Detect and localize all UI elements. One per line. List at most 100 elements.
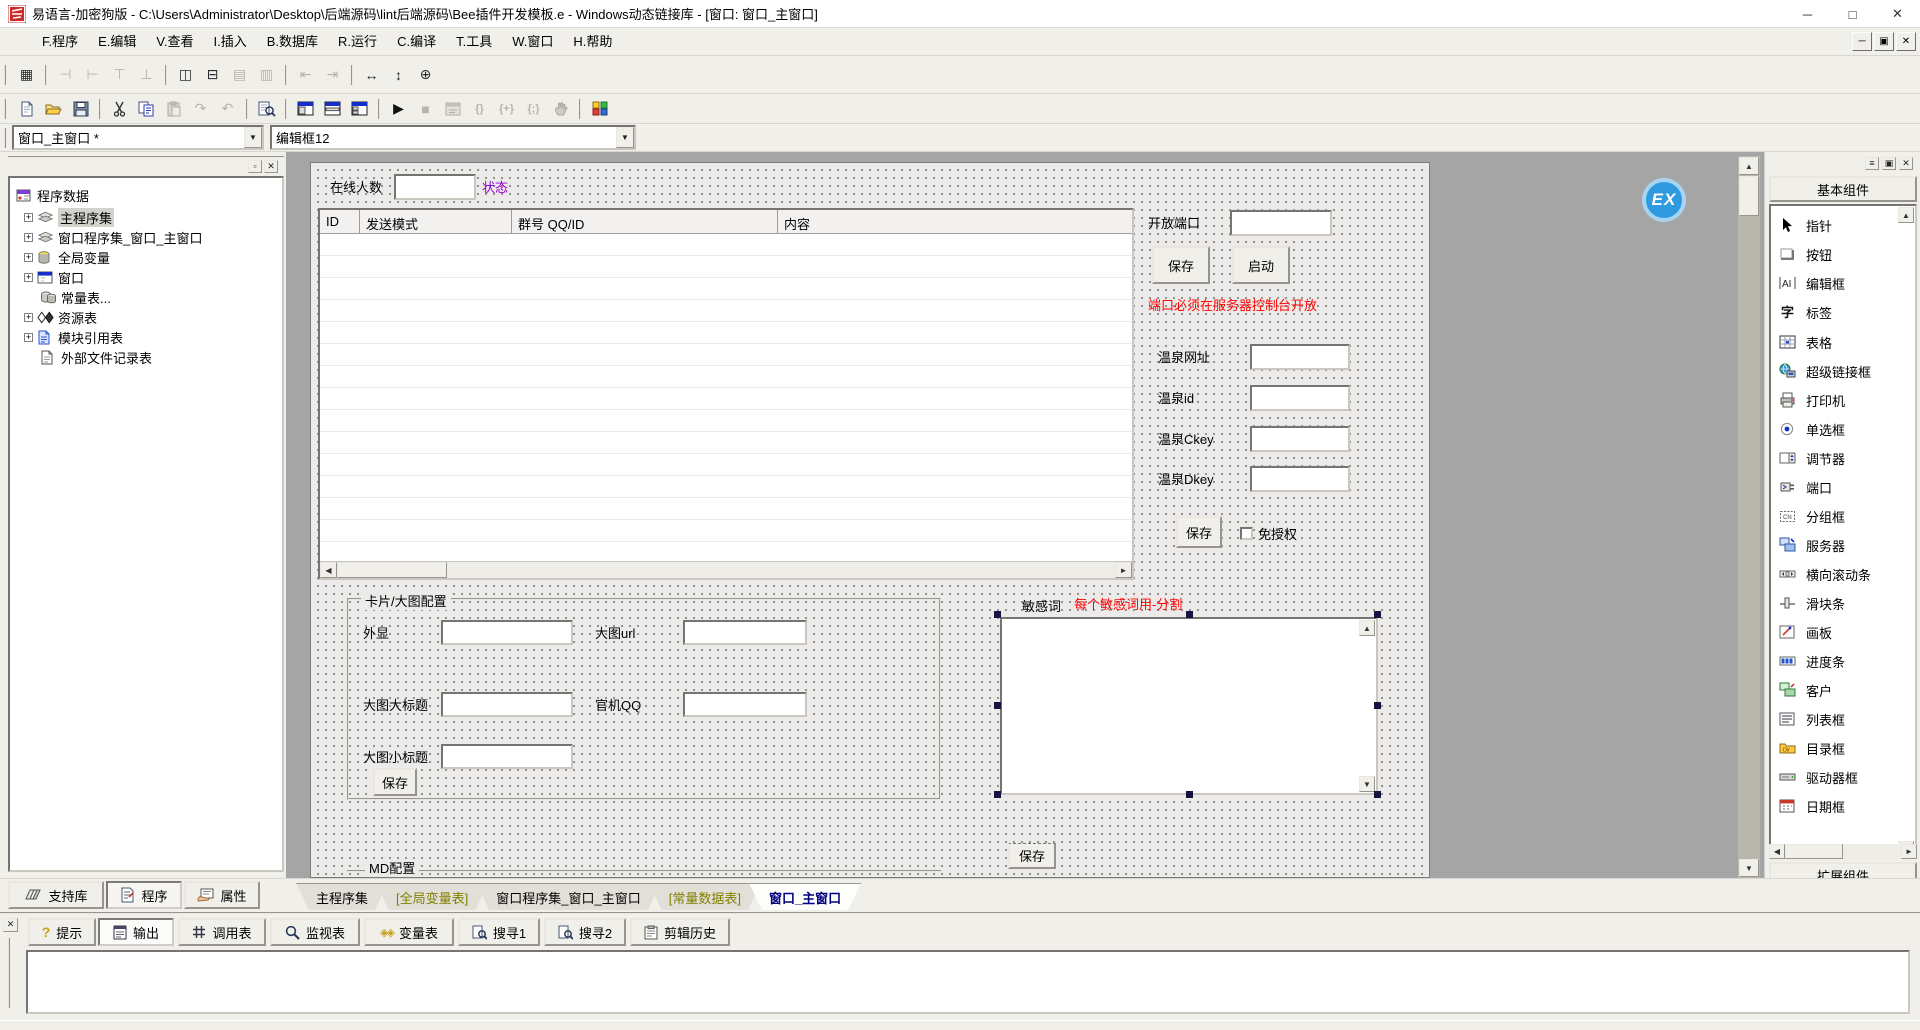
wq-id-input[interactable] <box>1250 385 1350 411</box>
output-tab-calls[interactable]: 调用表 <box>178 918 266 946</box>
selection-handle[interactable] <box>1374 791 1381 798</box>
doc-tab-main-window[interactable]: 窗口_主窗口 <box>749 883 861 910</box>
tree-item-window[interactable]: + 窗口 <box>24 268 84 286</box>
expander-icon[interactable]: + <box>24 333 33 342</box>
cut-button[interactable] <box>106 97 133 121</box>
palette-item-spinner[interactable]: 调节器 <box>1779 447 1845 469</box>
wq-url-input[interactable] <box>1250 344 1350 370</box>
chevron-down-icon[interactable]: ▼ <box>616 127 634 148</box>
scroll-down-icon[interactable]: ▼ <box>1739 859 1759 877</box>
tree-item-resources[interactable]: + 资源表 <box>24 308 97 326</box>
port-save-button[interactable]: 保存 <box>1152 246 1210 284</box>
selection-handle[interactable] <box>994 611 1001 618</box>
panel-restore-icon[interactable]: ▣ <box>1882 157 1896 170</box>
doc-tab-main-assembly[interactable]: 主程序集 <box>296 883 388 910</box>
toolbar-grip[interactable] <box>4 128 8 148</box>
scroll-left-icon[interactable]: ◀ <box>320 562 337 578</box>
palette-item-label[interactable]: 字标签 <box>1779 301 1832 323</box>
step-over-button[interactable]: {+} <box>493 97 520 121</box>
hostqq-input[interactable] <box>683 692 807 717</box>
sensitive-save-button[interactable]: 保存 <box>1008 843 1056 869</box>
mdi-minimize-button[interactable]: ─ <box>1852 32 1872 51</box>
pause-hand-button[interactable] <box>547 97 574 121</box>
chevron-down-icon[interactable]: ▼ <box>244 127 262 148</box>
insert-module-button[interactable] <box>586 97 613 121</box>
waixian-input[interactable] <box>441 620 573 645</box>
output-tab-search2[interactable]: 搜寻2 <box>544 918 626 946</box>
member-combobox[interactable]: ▼ <box>270 125 636 150</box>
object-combobox[interactable]: ▼ <box>12 125 264 150</box>
tree-item-main-assembly[interactable]: + 主程序集 <box>24 208 114 226</box>
wq-ckey-input[interactable] <box>1250 426 1350 452</box>
panel-close-icon[interactable]: ✕ <box>1899 157 1913 170</box>
column-header-id[interactable]: ID <box>320 210 360 233</box>
view-code-button[interactable] <box>319 97 346 121</box>
space-across-button[interactable]: ▤ <box>226 63 253 87</box>
scroll-up-icon[interactable]: ▲ <box>1739 157 1759 175</box>
column-header-content[interactable]: 内容 <box>778 210 1132 233</box>
output-tab-output[interactable]: 输出 <box>98 918 174 946</box>
close-icon[interactable]: ✕ <box>264 160 278 173</box>
wq-dkey-input[interactable] <box>1250 466 1350 492</box>
menu-edit[interactable]: E.编辑 <box>88 31 146 53</box>
align-top-button[interactable]: ⊤ <box>106 63 133 87</box>
object-combo-input[interactable] <box>14 127 244 148</box>
scroll-thumb[interactable] <box>1785 844 1843 859</box>
menu-program[interactable]: F.程序 <box>32 31 88 53</box>
paste-button[interactable] <box>160 97 187 121</box>
open-port-input[interactable] <box>1230 210 1332 236</box>
palette-item-port[interactable]: 端口 <box>1779 476 1832 498</box>
checkbox-icon[interactable] <box>1240 527 1253 540</box>
selection-handle[interactable] <box>1186 611 1193 618</box>
close-output-icon[interactable]: ✕ <box>3 918 18 932</box>
menu-insert[interactable]: I.插入 <box>204 31 257 53</box>
scroll-right-icon[interactable]: ► <box>1901 844 1917 859</box>
output-textarea[interactable] <box>26 950 1910 1014</box>
member-combo-input[interactable] <box>272 127 616 148</box>
expander-icon[interactable]: + <box>24 233 33 242</box>
basic-components-button[interactable]: 基本组件 <box>1769 176 1917 202</box>
palette-item-editbox[interactable]: AI编辑框 <box>1779 272 1845 294</box>
scroll-left-icon[interactable]: ◀ <box>1769 844 1785 859</box>
tab-properties[interactable]: 属性 <box>184 881 260 909</box>
tab-program[interactable]: 程序 <box>106 881 182 909</box>
scroll-down-icon[interactable]: ▼ <box>1359 776 1375 792</box>
expander-icon[interactable]: + <box>24 273 33 282</box>
width-to-grid-button[interactable]: ⇤ <box>292 63 319 87</box>
same-width-button[interactable]: ↔ <box>358 63 385 87</box>
space-down-button[interactable]: ▥ <box>253 63 280 87</box>
copy-button[interactable] <box>133 97 160 121</box>
expander-icon[interactable]: + <box>24 253 33 262</box>
center-horizontal-button[interactable]: ◫ <box>172 63 199 87</box>
palette-item-button[interactable]: 按钮 <box>1779 243 1832 265</box>
scroll-up-icon[interactable]: ▲ <box>1359 620 1375 636</box>
tree-item-window-assembly[interactable]: + 窗口程序集_窗口_主窗口 <box>24 228 202 246</box>
wq-save-button[interactable]: 保存 <box>1176 516 1222 548</box>
align-bottom-button[interactable]: ⊥ <box>133 63 160 87</box>
tree-root[interactable]: 程序数据 <box>16 186 89 204</box>
selection-handle[interactable] <box>994 791 1001 798</box>
center-vertical-button[interactable]: ⊟ <box>199 63 226 87</box>
tree-item-constants[interactable]: 常量表... <box>40 288 111 306</box>
palette-item-slider[interactable]: 滑块条 <box>1779 592 1845 614</box>
step-out-button[interactable]: {;} <box>520 97 547 121</box>
align-left-button[interactable]: ⊣ <box>52 63 79 87</box>
palette-item-canvas[interactable]: 画板 <box>1779 621 1832 643</box>
palette-item-datebox[interactable]: 日期框 <box>1779 795 1845 817</box>
menu-window[interactable]: W.窗口 <box>502 31 563 53</box>
output-tab-watch[interactable]: 监视表 <box>270 918 360 946</box>
run-button[interactable]: ▶ <box>385 97 412 121</box>
palette-item-dirbox[interactable]: Dir目录框 <box>1779 737 1845 759</box>
message-table[interactable]: ID 发送模式 群号 QQ/ID 内容 ◀ ► <box>318 208 1134 580</box>
expander-icon[interactable]: + <box>24 213 33 222</box>
stop-button[interactable]: ■ <box>412 97 439 121</box>
selection-handle[interactable] <box>1186 791 1193 798</box>
output-tab-clip-history[interactable]: 剪辑历史 <box>630 918 730 946</box>
redo-button[interactable]: ↷ <box>187 97 214 121</box>
doc-tab-global-vars[interactable]: [全局变量表] <box>376 883 488 910</box>
same-height-button[interactable]: ↕ <box>385 63 412 87</box>
license-checkbox[interactable]: 免授权 <box>1240 524 1297 543</box>
open-button[interactable] <box>40 97 67 121</box>
bigurl-input[interactable] <box>683 620 807 645</box>
new-button[interactable] <box>13 97 40 121</box>
